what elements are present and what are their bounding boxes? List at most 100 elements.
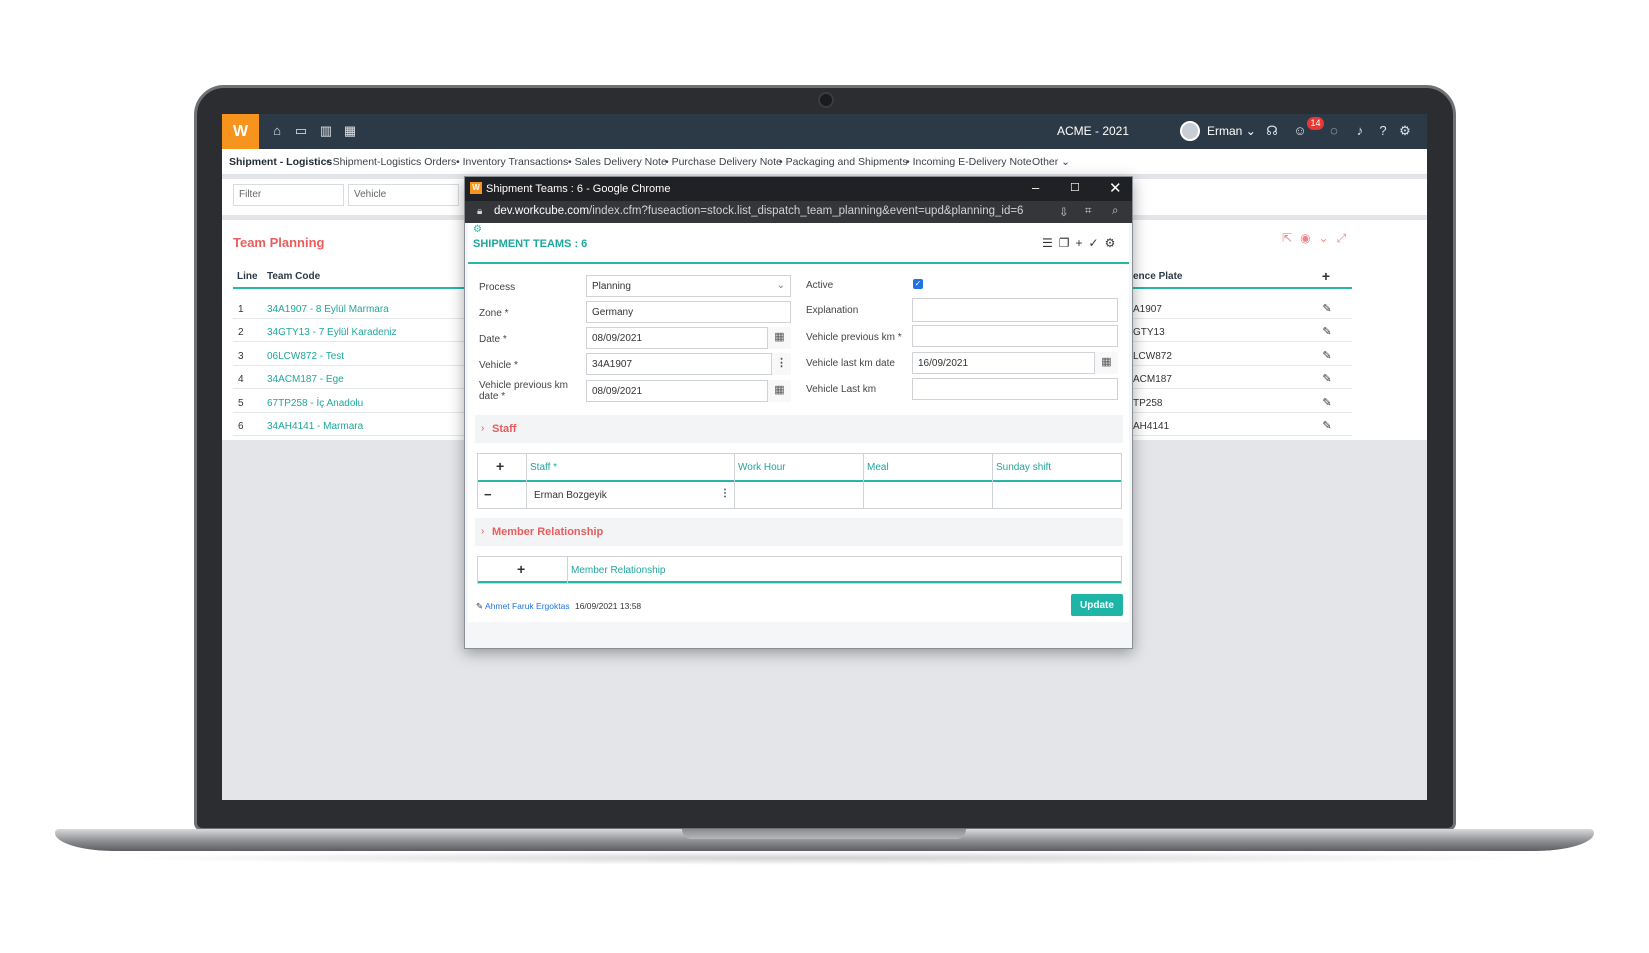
nav-purchase-delivery-note[interactable]: • Purchase Delivery Note: [665, 156, 782, 168]
nav-incoming-edelivery[interactable]: • Incoming E-Delivery Note: [906, 156, 1032, 168]
calendar-icon[interactable]: ▦: [342, 123, 358, 139]
vehicle-field[interactable]: 34A1907: [586, 353, 791, 375]
company-selector[interactable]: ACME - 2021: [1057, 124, 1129, 138]
address-bar[interactable]: 🔒︎ dev.workcube.com/index.cfm?fuseaction…: [465, 201, 1132, 223]
vehicle-filter-input[interactable]: Vehicle: [348, 184, 459, 206]
vehicle-prev-km-field[interactable]: [912, 325, 1118, 347]
nav-label: Inventory Transactions: [462, 156, 569, 168]
smile-icon[interactable]: ☺: [1292, 123, 1308, 139]
member-relationship-table: + Member Relationship: [477, 556, 1122, 584]
nav-sales-delivery-note[interactable]: • Sales Delivery Note: [568, 156, 667, 168]
calendar-icon[interactable]: ▦: [1094, 352, 1118, 374]
edit-icon[interactable]: ✎: [1321, 420, 1333, 432]
home-icon[interactable]: ⌂: [269, 123, 285, 139]
chevron-down-icon[interactable]: ⌄: [1319, 231, 1337, 245]
add-staff-icon[interactable]: +: [496, 458, 504, 474]
box-icon[interactable]: ▭: [293, 123, 309, 139]
date-field[interactable]: 08/09/2021: [586, 327, 791, 349]
calendar-icon[interactable]: ▦: [767, 380, 791, 402]
chart-icon[interactable]: ▥: [318, 123, 334, 139]
maximize-icon[interactable]: ☐: [1070, 181, 1080, 194]
plate-cell: GTY13: [1133, 327, 1165, 339]
vehicle-last-km-date-field[interactable]: 16/09/2021: [912, 352, 1118, 374]
record-user-link[interactable]: Ahmet Faruk Ergoktas: [485, 601, 570, 611]
col-line: Line: [237, 271, 258, 282]
vehicle-prev-km-date-field[interactable]: 08/09/2021: [586, 380, 791, 402]
zone-field[interactable]: Germany: [586, 301, 791, 323]
process-select[interactable]: Planning ⌄: [586, 275, 791, 297]
install-icon[interactable]: ⇩: [1059, 205, 1069, 219]
export-icon[interactable]: ⇱: [1282, 231, 1300, 245]
translate-icon[interactable]: ⌗: [1085, 205, 1091, 218]
more-vertical-icon[interactable]: ⋮: [771, 353, 791, 375]
nav-packaging-shipments[interactable]: • Packaging and Shipments: [779, 156, 908, 168]
add-icon[interactable]: +: [1076, 236, 1089, 250]
col-divider: [863, 454, 864, 508]
col-plate: ence Plate: [1133, 271, 1183, 282]
check-icon[interactable]: ✓: [1089, 236, 1105, 250]
settings-icon[interactable]: ⚙: [473, 224, 482, 235]
row-divider: [1133, 435, 1352, 436]
nav-label: Sales Delivery Note: [574, 156, 667, 168]
team-code-link[interactable]: 34AH4141 - Marmara: [267, 421, 363, 432]
panel-title: Team Planning: [233, 235, 325, 250]
nav-other[interactable]: Other ⌄: [1032, 156, 1070, 168]
form-title: SHIPMENT TEAMS : 6: [473, 238, 588, 250]
chat-icon[interactable]: ◌: [1326, 123, 1342, 139]
team-code-link[interactable]: 34ACM187 - Ege: [267, 374, 344, 385]
row-line-number: 2: [238, 327, 244, 339]
nav-inventory-transactions[interactable]: • Inventory Transactions: [456, 156, 568, 168]
row-divider: [1133, 411, 1352, 413]
eye-icon[interactable]: ◉: [1300, 231, 1318, 245]
vehicle-last-km-field[interactable]: [912, 378, 1118, 400]
team-code-link[interactable]: 34GTY13 - 7 Eylül Karadeniz: [267, 327, 397, 338]
member-relationship-section[interactable]: › Member Relationship: [475, 518, 1123, 546]
close-icon[interactable]: ✕: [1109, 179, 1122, 197]
copy-icon[interactable]: ❐: [1059, 236, 1076, 250]
col-member-relationship: Member Relationship: [571, 565, 666, 576]
row-line-number: 1: [238, 304, 244, 315]
workcube-logo[interactable]: W: [222, 114, 259, 149]
edit-icon[interactable]: ✎: [1321, 373, 1333, 385]
filter-input[interactable]: Filter: [233, 184, 344, 206]
edit-icon[interactable]: ✎: [1321, 397, 1333, 409]
row-divider: [233, 388, 465, 390]
url-text[interactable]: dev.workcube.com/index.cfm?fuseaction=st…: [494, 205, 1023, 217]
row-divider: [233, 435, 465, 436]
update-button[interactable]: Update: [1071, 594, 1123, 616]
panel-tools[interactable]: ⇱◉⌄⤢: [1282, 231, 1354, 246]
gear-icon[interactable]: ⚙: [1397, 123, 1413, 139]
nav-shipment-logistics[interactable]: Shipment - Logistics: [229, 156, 332, 168]
more-vertical-icon[interactable]: ⋮: [720, 488, 730, 499]
list-icon[interactable]: ☰: [1042, 236, 1059, 250]
headset-icon[interactable]: ☊: [1264, 123, 1280, 139]
expand-icon[interactable]: ⤢: [1337, 231, 1355, 245]
bell-icon[interactable]: ♪: [1352, 123, 1368, 139]
edit-icon[interactable]: ✎: [1321, 303, 1333, 315]
explanation-textarea[interactable]: [912, 298, 1118, 322]
row-divider: [233, 318, 465, 319]
edit-icon[interactable]: ✎: [1321, 326, 1333, 338]
team-code-link[interactable]: 06LCW872 - Test: [267, 351, 344, 362]
team-code-link[interactable]: 67TP258 - İç Anadolu: [267, 398, 363, 409]
nav-shipment-logistics-orders[interactable]: • Shipment-Logistics Orders: [326, 156, 456, 168]
minimize-icon[interactable]: –: [1032, 180, 1039, 195]
help-icon[interactable]: ?: [1375, 123, 1391, 139]
remove-row-icon[interactable]: −: [484, 487, 492, 502]
active-checkbox[interactable]: ✓: [913, 279, 923, 289]
row-divider: [233, 411, 465, 413]
staff-section[interactable]: › Staff: [475, 415, 1123, 443]
calendar-icon[interactable]: ▦: [767, 327, 791, 349]
add-member-icon[interactable]: +: [517, 561, 525, 577]
user-menu[interactable]: Erman ⌄: [1207, 124, 1256, 138]
search-icon[interactable]: ⌕: [1112, 205, 1118, 218]
staff-name-cell[interactable]: Erman Bozgeyik: [534, 490, 607, 501]
team-code-link[interactable]: 34A1907 - 8 Eylül Marmara: [267, 304, 389, 315]
edit-icon[interactable]: ✎: [1321, 350, 1333, 362]
gear-icon[interactable]: ⚙: [1105, 236, 1122, 250]
explanation-label: Explanation: [806, 305, 859, 316]
add-icon[interactable]: +: [1320, 269, 1332, 283]
active-label: Active: [806, 280, 834, 291]
row-line-number: 5: [238, 397, 244, 409]
avatar[interactable]: [1180, 121, 1200, 141]
